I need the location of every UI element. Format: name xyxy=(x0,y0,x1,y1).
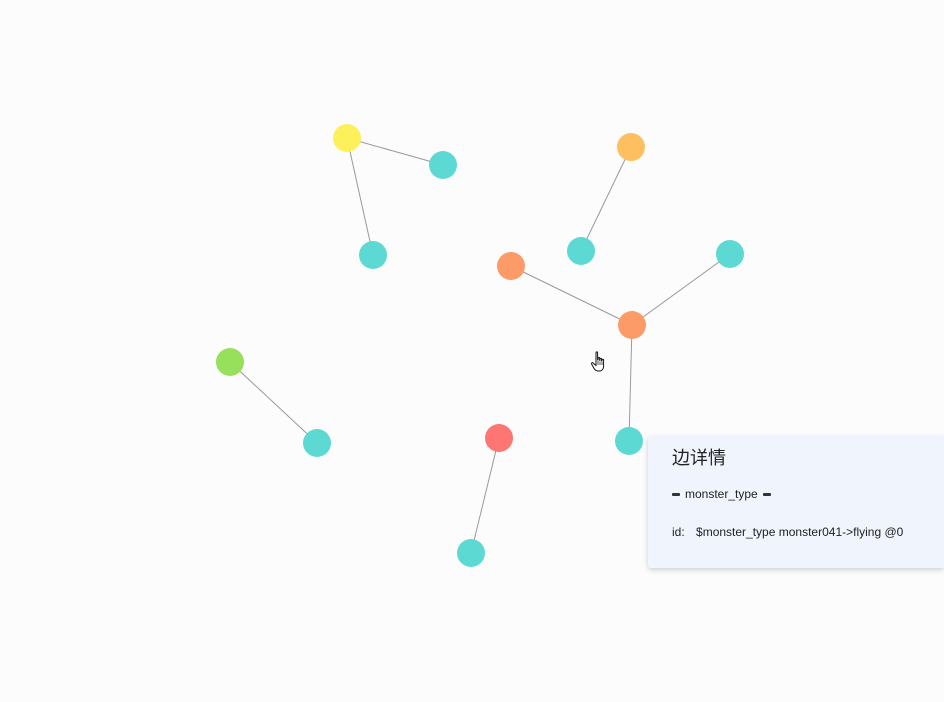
graph-node-n2[interactable] xyxy=(429,151,457,179)
graph-node-n9[interactable] xyxy=(615,427,643,455)
graph-node-n12[interactable] xyxy=(485,424,513,452)
graph-node-n7[interactable] xyxy=(618,311,646,339)
hand-pointer-icon xyxy=(590,351,605,372)
graph-node-n5[interactable] xyxy=(567,237,595,265)
graph-canvas[interactable] xyxy=(0,0,944,702)
graph-edge-n12-n13[interactable] xyxy=(470,437,500,554)
graph-edge-n7-n8[interactable] xyxy=(631,253,731,326)
graph-node-n1[interactable] xyxy=(333,124,361,152)
edge-type-dash-left-icon xyxy=(672,492,680,496)
edge-id-row: id: $monster_type monster041->flying @0 xyxy=(672,524,944,540)
panel-title: 边详情 xyxy=(672,448,726,469)
graph-edge-n10-n11[interactable] xyxy=(229,361,318,444)
graph-edge-n7-n9[interactable] xyxy=(628,324,633,442)
edge-type-label: monster_type xyxy=(685,487,758,501)
graph-node-n8[interactable] xyxy=(716,240,744,268)
graph-node-n10[interactable] xyxy=(216,348,244,376)
graph-edge-n4-n5[interactable] xyxy=(580,146,632,252)
graph-node-n11[interactable] xyxy=(303,429,331,457)
graph-node-n6[interactable] xyxy=(497,252,525,280)
edge-type-row: monster_type xyxy=(672,486,944,502)
edge-detail-panel: 边详情 monster_type id: $monster_type monst… xyxy=(648,436,944,568)
graph-edge-n1-n3[interactable] xyxy=(346,137,374,256)
edge-id-value: $monster_type monster041->flying @0 xyxy=(696,525,904,539)
graph-node-n3[interactable] xyxy=(359,241,387,269)
edge-type-dash-right-icon xyxy=(762,492,771,496)
graph-edge-n6-n7[interactable] xyxy=(510,265,633,326)
graph-node-n13[interactable] xyxy=(457,539,485,567)
graph-edge-n1-n2[interactable] xyxy=(346,137,444,166)
graph-node-n4[interactable] xyxy=(617,133,645,161)
edge-id-label: id: xyxy=(672,525,685,539)
